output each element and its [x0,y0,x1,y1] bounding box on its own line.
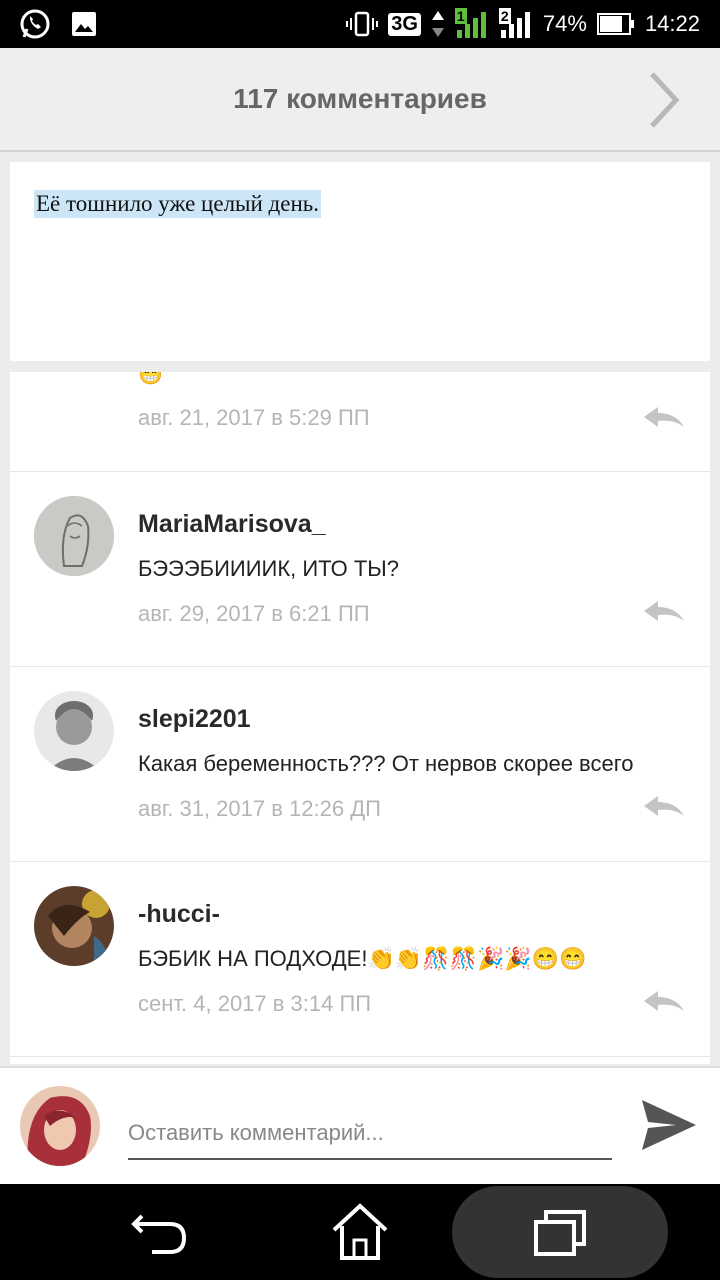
status-left [18,0,98,48]
back-icon[interactable] [128,1200,192,1264]
battery-icon [596,13,634,35]
reply-icon[interactable] [642,989,686,1015]
battery-percent: 74% [542,11,587,36]
comment-item: slepi2201 Какая беременность??? От нерво… [10,667,710,862]
comment-item: MariaMarisova_ БЭЭЭБИИИИК, ИТО ТЫ? авг. … [10,472,710,667]
comment-date: сент. 4, 2017 в 3:14 ПП [138,991,372,1016]
network-type: 3G [388,12,421,36]
avatar[interactable] [34,496,114,576]
comment-composer [0,1066,720,1184]
avatar[interactable] [34,886,114,966]
chevron-right-icon[interactable] [644,70,684,130]
image-icon [72,12,96,36]
clock: 14:22 [644,11,700,36]
status-bar: 3G 1 2 74% 14:22 [0,0,720,48]
reply-icon[interactable] [642,405,686,431]
status-right: 3G 1 2 74% 14:22 [346,0,700,48]
whatsapp-icon [20,9,50,39]
comment-author[interactable]: slepi2201 [138,705,251,734]
signal-sim2: 2 [498,8,533,40]
post-card: Её тошнило уже целый день. [10,162,710,361]
vibrate-icon [346,11,379,37]
data-arrows-icon [431,11,444,37]
sim1-label: 1 [454,8,467,24]
comment-input[interactable] [128,1108,612,1160]
page-title: 117 комментариев [233,83,487,114]
post-text: Её тошнило уже целый день. [34,190,322,218]
reply-icon[interactable] [642,794,686,820]
home-icon[interactable] [328,1200,392,1264]
comment-text: БЭЭЭБИИИИК, ИТО ТЫ? [138,556,399,581]
comment-text: Какая беременность??? От нервов скорее в… [138,751,634,776]
comment-item: 😁 авг. 21, 2017 в 5:29 ПП [10,372,710,472]
comment-date: авг. 21, 2017 в 5:29 ПП [138,405,370,430]
comment-author[interactable]: MariaMarisova_ [138,510,326,539]
comment-date: авг. 31, 2017 в 12:26 ДП [138,796,381,821]
avatar[interactable] [34,691,114,771]
reply-icon[interactable] [642,599,686,625]
system-nav-bar [0,1184,720,1280]
send-icon[interactable] [640,1098,698,1152]
signal-sim1: 1 [454,8,489,40]
comment-text: БЭБИК НА ПОДХОДЕ!👏👏🎊🎊🎉🎉😁😁 [138,946,587,971]
current-user-avatar [20,1086,100,1166]
comment-text: 😁 [138,372,163,386]
comment-date: авг. 29, 2017 в 6:21 ПП [138,601,370,626]
comments-list[interactable]: 😁 авг. 21, 2017 в 5:29 ПП MariaMarisova_… [10,372,710,1064]
comment-item: -hucci- БЭБИК НА ПОДХОДЕ!👏👏🎊🎊🎉🎉😁😁 сент. … [10,862,710,1057]
app-bar: 117 комментариев [0,48,720,152]
recent-apps-icon[interactable] [528,1200,592,1264]
comment-author[interactable]: -hucci- [138,900,220,929]
sim2-label: 2 [498,8,511,24]
